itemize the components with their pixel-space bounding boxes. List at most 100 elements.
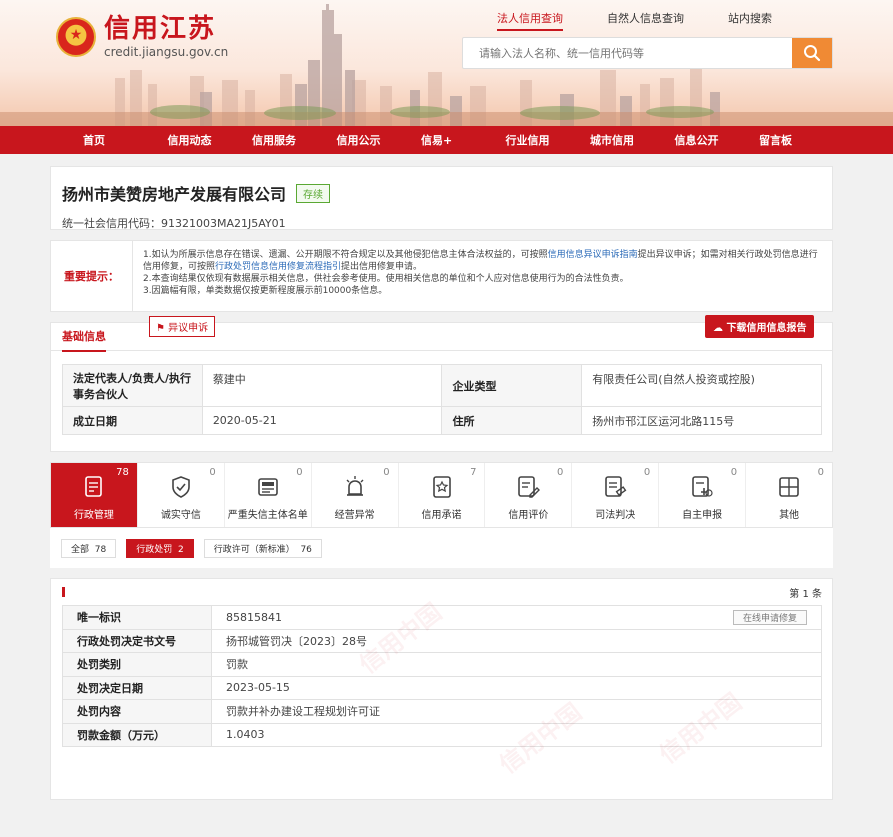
table-row: 处罚内容 罚款并补办建设工程规划许可证 <box>62 699 822 724</box>
nav-xinyi-plus[interactable]: 信易+ <box>421 132 506 148</box>
table-row: 法定代表人/负责人/执行事务合伙人 蔡建中 企业类型 有限责任公司(自然人投资或… <box>62 364 822 407</box>
tab-other[interactable]: 0 其他 <box>746 463 832 527</box>
enterprise-type-value: 有限责任公司(自然人投资或控股) <box>581 364 822 407</box>
judgment-icon <box>605 476 627 497</box>
company-card: 扬州市美赞房地产发展有限公司 存续 统一社会信用代码：91321003MA21J… <box>50 166 833 230</box>
notice-body: 1.如认为所展示信息存在错误、遗漏、公开期限不符合规定以及其他侵犯信息主体合法权… <box>133 241 832 311</box>
penalty-table: 唯一标识 85815841 在线申请修复 行政处罚决定书文号 扬邗城管罚决〔202… <box>62 605 822 747</box>
nav-message-board[interactable]: 留言板 <box>759 132 844 148</box>
company-name: 扬州市美赞房地产发展有限公司 <box>62 185 287 204</box>
declare-icon <box>692 476 713 497</box>
logo-url: credit.jiangsu.gov.cn <box>104 45 229 59</box>
blacklist-icon <box>257 478 278 496</box>
address-label: 住所 <box>441 406 583 435</box>
credit-code-label: 统一社会信用代码： <box>62 217 161 230</box>
tab-site-search[interactable]: 站内搜索 <box>728 10 772 31</box>
search-button[interactable] <box>792 38 832 68</box>
filter-administrative-license[interactable]: 行政许可（新标准） 76 <box>203 538 322 558</box>
pledge-icon <box>432 476 451 498</box>
tab-integrity[interactable]: 0 诚实守信 <box>138 463 225 527</box>
repair-guide-link[interactable]: 行政处罚信息信用修复流程指引 <box>215 262 341 272</box>
penalty-type-value: 罚款 <box>211 652 822 677</box>
count-badge: 0 <box>296 467 303 478</box>
count-badge: 0 <box>556 467 564 478</box>
notice-label: 重要提示： <box>51 241 133 311</box>
tab-legal-person-query[interactable]: 法人信用查询 <box>497 10 563 31</box>
main-nav: 首页 信用动态 信用服务 信用公示 信易+ 行业信用 城市信用 信息公开 留言板 <box>0 126 893 154</box>
nav-credit-news[interactable]: 信用动态 <box>168 132 253 148</box>
evaluation-icon <box>518 476 541 498</box>
other-icon <box>779 477 799 497</box>
nav-city-credit[interactable]: 城市信用 <box>590 132 675 148</box>
table-row: 成立日期 2020-05-21 住所 扬州市邗江区运河北路115号 <box>62 406 822 435</box>
filter-chips: 全部 78 行政处罚 2 行政许可（新标准） 76 <box>50 528 833 568</box>
fine-amount-label: 罚款金额（万元） <box>62 722 212 747</box>
decision-number-value: 扬邗城管罚决〔2023〕28号 <box>211 628 822 653</box>
count-badge: 0 <box>209 467 216 478</box>
search-tabs: 法人信用查询 自然人信息查询 站内搜索 <box>497 10 772 31</box>
notice-line1-a: 1.如认为所展示信息存在错误、遗漏、公开期限不符合规定以及其他侵犯信息主体合法权… <box>143 250 548 260</box>
tab-credit-pledge[interactable]: 7 信用承诺 <box>399 463 486 527</box>
penalty-records: 信用中国 信用中国 信用中国 第 1 条 唯一标识 85815841 在线申请修复… <box>50 578 833 800</box>
notice-line2: 2.本查询结果仅依现有数据展示相关信息，供社会参考使用。使用相关信息的单位和个人… <box>143 274 629 284</box>
penalty-type-label: 处罚类别 <box>62 652 212 677</box>
penalty-content-label: 处罚内容 <box>62 699 212 724</box>
basic-info-card: 基础信息 法定代表人/负责人/执行事务合伙人 蔡建中 企业类型 有限责任公司(自… <box>50 322 833 452</box>
count-badge: 0 <box>730 467 738 478</box>
nav-info-disclosure[interactable]: 信息公开 <box>675 132 760 148</box>
search-box <box>462 37 833 69</box>
filter-administrative-penalty[interactable]: 行政处罚 2 <box>126 538 194 558</box>
basic-info-table: 法定代表人/负责人/执行事务合伙人 蔡建中 企业类型 有限责任公司(自然人投资或… <box>62 364 822 435</box>
nav-credit-publicity[interactable]: 信用公示 <box>337 132 422 148</box>
important-notice: 重要提示： 1.如认为所展示信息存在错误、遗漏、公开期限不符合规定以及其他侵犯信… <box>50 240 833 338</box>
basic-info-title[interactable]: 基础信息 <box>62 322 106 352</box>
count-badge: 7 <box>470 467 477 478</box>
objection-button[interactable]: ⚑ 异议申诉 <box>149 316 216 337</box>
category-tabs: 78 行政管理 0 诚实守信 0 严重失信主体名单 0 经营异常 7 信用承诺 … <box>50 462 833 528</box>
count-badge: 0 <box>643 467 651 478</box>
site-header: 信用江苏 credit.jiangsu.gov.cn 法人信用查询 自然人信息查… <box>0 0 893 126</box>
tab-judicial-judgment[interactable]: 0 司法判决 <box>572 463 660 527</box>
status-badge: 存续 <box>296 183 331 203</box>
table-row: 罚款金额（万元） 1.0403 <box>62 722 822 747</box>
count-badge: 0 <box>383 467 390 478</box>
search-input[interactable] <box>463 38 792 68</box>
count-badge: 78 <box>116 467 129 478</box>
nav-home[interactable]: 首页 <box>83 132 168 148</box>
tab-natural-person-query[interactable]: 自然人信息查询 <box>607 10 684 31</box>
table-row: 处罚决定日期 2023-05-15 <box>62 675 822 700</box>
tab-blacklist[interactable]: 0 严重失信主体名单 <box>225 463 312 527</box>
record-index: 第 1 条 <box>789 589 822 600</box>
download-report-button[interactable]: ☁ 下载信用信息报告 <box>705 315 815 338</box>
legal-rep-label: 法定代表人/负责人/执行事务合伙人 <box>62 364 203 407</box>
founding-date-value: 2020-05-21 <box>201 406 443 435</box>
tab-credit-evaluation[interactable]: 0 信用评价 <box>485 463 573 527</box>
address-value: 扬州市邗江区运河北路115号 <box>581 406 822 435</box>
objection-guide-link[interactable]: 信用信息异议申诉指南 <box>548 250 638 260</box>
national-emblem-icon <box>56 16 96 57</box>
unique-id-value: 85815841 <box>226 610 282 624</box>
tab-business-abnormal[interactable]: 0 经营异常 <box>312 463 399 527</box>
nav-credit-service[interactable]: 信用服务 <box>252 132 337 148</box>
decision-date-value: 2023-05-15 <box>211 675 822 700</box>
site-logo[interactable]: 信用江苏 credit.jiangsu.gov.cn <box>56 14 228 59</box>
decision-date-label: 处罚决定日期 <box>62 675 212 700</box>
cloud-download-icon: ☁ <box>713 323 723 334</box>
nav-industry-credit[interactable]: 行业信用 <box>506 132 591 148</box>
unique-id-label: 唯一标识 <box>62 605 212 630</box>
decision-number-label: 行政处罚决定书文号 <box>62 628 212 653</box>
credit-code: 统一社会信用代码：91321003MA21J5AY01 <box>62 215 820 231</box>
legal-rep-value: 蔡建中 <box>201 364 443 407</box>
tab-self-declaration[interactable]: 0 自主申报 <box>659 463 747 527</box>
filter-all[interactable]: 全部 78 <box>61 538 117 558</box>
penalty-content-value: 罚款并补办建设工程规划许可证 <box>211 699 822 724</box>
tab-administrative-management[interactable]: 78 行政管理 <box>51 463 138 527</box>
section-marker <box>62 587 65 597</box>
notice-line1-c: 提出信用修复申请。 <box>341 262 423 272</box>
objection-icon: ⚑ <box>156 323 165 334</box>
search-icon <box>804 45 821 62</box>
table-row: 唯一标识 85815841 在线申请修复 <box>62 605 822 630</box>
online-repair-button[interactable]: 在线申请修复 <box>732 610 807 625</box>
count-badge: 0 <box>817 467 825 478</box>
alarm-icon <box>346 476 364 496</box>
